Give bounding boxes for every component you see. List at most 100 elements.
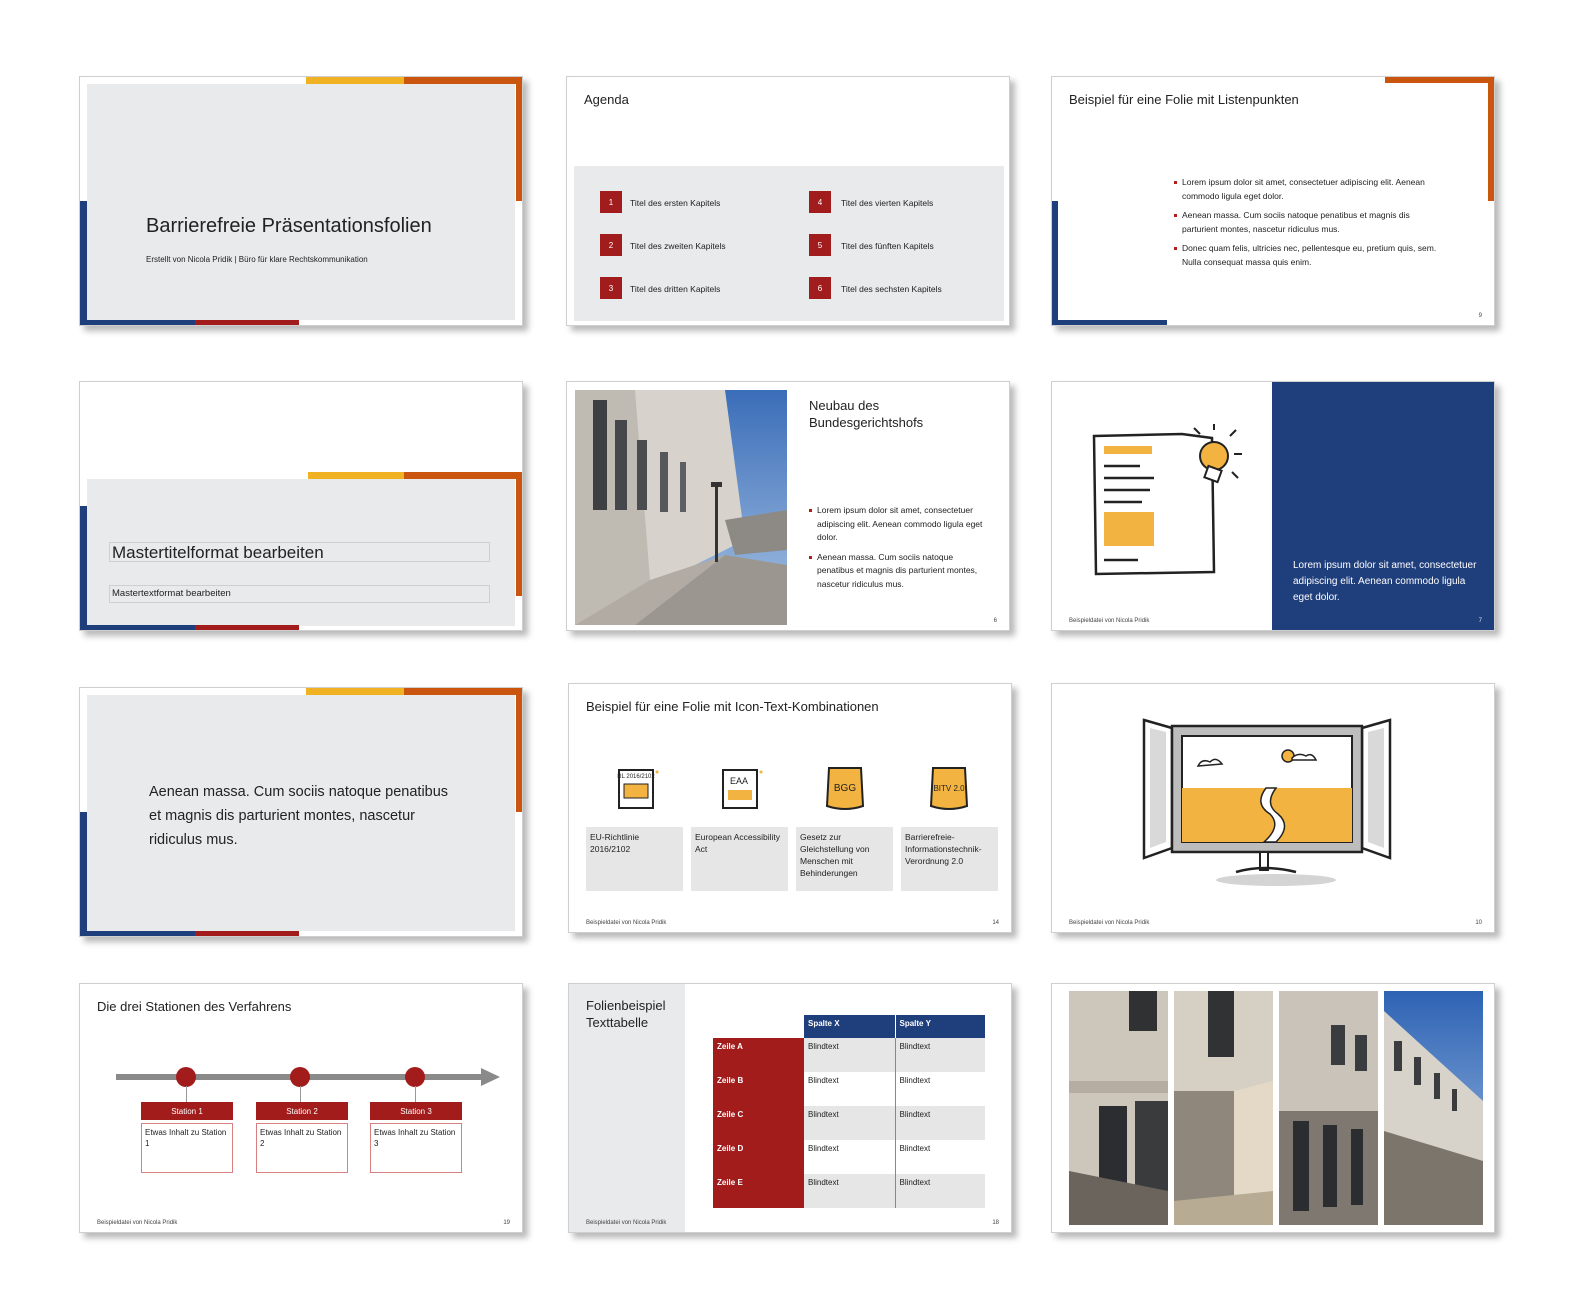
accent-bar-orange-vertical bbox=[516, 472, 522, 596]
slide-title: Beispiel für eine Folie mit Icon-Text-Ko… bbox=[586, 699, 879, 714]
agenda-item: Titel des fünften Kapitels bbox=[841, 241, 934, 251]
bullet-item: Aenean massa. Cum sociis natoque penatib… bbox=[809, 551, 989, 592]
building-photo bbox=[575, 390, 787, 625]
table-row: Zeile D Blindtext Blindtext bbox=[713, 1140, 985, 1174]
bullet-item: Aenean massa. Cum sociis natoque penatib… bbox=[1174, 209, 1444, 236]
slide-thumbnail-illustration[interactable]: Lorem ipsum dolor sit amet, consectetuer… bbox=[1051, 381, 1495, 631]
accent-bar-red bbox=[195, 931, 299, 936]
slide-thumbnail-title[interactable]: Barrierefreie Präsentationsfolien Erstel… bbox=[79, 76, 523, 326]
bullet-item: Lorem ipsum dolor sit amet, consectetuer… bbox=[1174, 176, 1444, 203]
slide-thumbnail-bullets[interactable]: Beispiel für eine Folie mit Listenpunkte… bbox=[1051, 76, 1495, 326]
bullet-item: Lorem ipsum dolor sit amet, consectetuer… bbox=[809, 504, 989, 545]
table-cell: Blindtext bbox=[804, 1106, 896, 1140]
slide-title: Barrierefreie Präsentationsfolien bbox=[146, 215, 432, 237]
building-photo-strip bbox=[1069, 991, 1168, 1225]
slide-title: Die drei Stationen des Verfahrens bbox=[97, 999, 292, 1014]
table-cell: Blindtext bbox=[895, 1072, 985, 1106]
accent-bar-navy bbox=[1052, 320, 1167, 325]
panel-text: Lorem ipsum dolor sit amet, consectetuer… bbox=[1293, 560, 1477, 603]
icon-badge: BITV 2.0 bbox=[933, 784, 965, 793]
agenda-number: 3 bbox=[600, 277, 622, 299]
agenda-item: Titel des sechsten Kapitels bbox=[841, 284, 942, 294]
timeline-arrow bbox=[116, 1067, 500, 1087]
agenda-item: Titel des zweiten Kapitels bbox=[630, 241, 726, 251]
bitv-can-icon: BITV 2.0 bbox=[929, 767, 969, 810]
slide-footer: Beispieldatei von Nicola Pridik bbox=[1069, 618, 1150, 624]
slide-thumbnail-timeline[interactable]: Die drei Stationen des Verfahrens Statio… bbox=[79, 983, 523, 1233]
accent-bar-orange-vertical bbox=[516, 688, 522, 812]
accent-bar-orange bbox=[1385, 77, 1494, 83]
timeline-connector bbox=[415, 1086, 416, 1102]
master-text-placeholder[interactable]: Mastertextformat bearbeiten bbox=[109, 585, 490, 603]
icon-label-box: Gesetz zur Gleichstellung von Menschen m… bbox=[796, 827, 893, 891]
icon-badge: EAA bbox=[730, 776, 748, 786]
slide-thumbnail-photo-text[interactable]: Neubau des Bundesgerichtshofs Lorem ipsu… bbox=[566, 381, 1010, 631]
accent-bar-orange bbox=[404, 688, 522, 695]
slide-title: Folienbeispiel Texttabelle bbox=[586, 998, 666, 1030]
slide-footer: Beispieldatei von Nicola Pridik bbox=[97, 1220, 178, 1226]
accent-bar-orange bbox=[404, 77, 522, 84]
slide-title: Beispiel für eine Folie mit Listenpunkte… bbox=[1069, 92, 1299, 107]
icon-label-box: EU-Richtlinie 2016/2102 bbox=[586, 827, 683, 891]
table-row: Zeile C Blindtext Blindtext bbox=[713, 1106, 985, 1140]
slide-footer: Beispieldatei von Nicola Pridik bbox=[586, 1220, 667, 1226]
bgg-can-icon: BGG bbox=[825, 767, 865, 810]
table-cell: Blindtext bbox=[804, 1038, 896, 1072]
slide-thumbnail-quote[interactable]: Aenean massa. Cum sociis natoque penatib… bbox=[79, 687, 523, 937]
row-header: Zeile C bbox=[713, 1106, 804, 1140]
slide-subtitle: Erstellt von Nicola Pridik | Büro für kl… bbox=[146, 255, 368, 264]
slide-thumbnail-agenda[interactable]: Agenda 1 Titel des ersten Kapitels 2 Tit… bbox=[566, 76, 1010, 326]
page-number: 19 bbox=[503, 1220, 510, 1226]
row-header: Zeile D bbox=[713, 1140, 804, 1174]
slide-thumbnail-master[interactable]: Mastertitelformat bearbeiten Mastertextf… bbox=[79, 381, 523, 631]
station-heading: Station 3 bbox=[370, 1102, 462, 1120]
accent-bar-navy-vertical bbox=[80, 506, 87, 630]
building-photo-strip bbox=[1384, 991, 1483, 1225]
bullet-list: Lorem ipsum dolor sit amet, consectetuer… bbox=[1174, 176, 1444, 275]
slide-thumbnail-table[interactable]: Folienbeispiel Texttabelle Spalte X Spal… bbox=[568, 983, 1012, 1233]
station-heading: Station 1 bbox=[141, 1102, 233, 1120]
table-row: Zeile B Blindtext Blindtext bbox=[713, 1072, 985, 1106]
table-cell: Blindtext bbox=[895, 1140, 985, 1174]
station-heading: Station 2 bbox=[256, 1102, 348, 1120]
slide-title: Neubau des Bundesgerichtshofs bbox=[809, 398, 924, 430]
accent-bar-navy bbox=[80, 320, 195, 325]
row-header: Zeile A bbox=[713, 1038, 804, 1072]
slide-thumbnail-photo-strips[interactable] bbox=[1051, 983, 1495, 1233]
row-header: Zeile B bbox=[713, 1072, 804, 1106]
agenda-number: 4 bbox=[809, 191, 831, 213]
window-monitor-icon bbox=[1142, 718, 1392, 886]
page-number: 10 bbox=[1475, 920, 1482, 926]
agenda-number: 2 bbox=[600, 234, 622, 256]
accent-bar-navy-vertical bbox=[80, 812, 87, 936]
agenda-number: 5 bbox=[809, 234, 831, 256]
row-header: Zeile E bbox=[713, 1174, 804, 1208]
accent-bar-navy bbox=[80, 625, 195, 630]
slide-thumbnail-window[interactable]: Beispieldatei von Nicola Pridik 10 bbox=[1051, 683, 1495, 933]
column-header: Spalte Y bbox=[894, 1015, 985, 1038]
bullet-item: Donec quam felis, ultricies nec, pellent… bbox=[1174, 242, 1444, 269]
master-title-placeholder[interactable]: Mastertitelformat bearbeiten bbox=[109, 542, 490, 562]
icon-badge: BGG bbox=[834, 783, 856, 794]
timeline-connector bbox=[300, 1086, 301, 1102]
agenda-item: Titel des dritten Kapitels bbox=[630, 284, 721, 294]
slide-thumbnail-icons[interactable]: Beispiel für eine Folie mit Icon-Text-Ko… bbox=[568, 683, 1012, 933]
agenda-number: 6 bbox=[809, 277, 831, 299]
table-cell: Blindtext bbox=[895, 1106, 985, 1140]
table-cell: Blindtext bbox=[804, 1174, 896, 1208]
accent-bar-red bbox=[195, 625, 299, 630]
page-number: 6 bbox=[993, 618, 997, 624]
accent-bar-yellow bbox=[308, 472, 404, 479]
icon-badge: RL 2016/2102 bbox=[617, 774, 655, 780]
icon-label-box: Barrierefreie-Informationstechnik-Verord… bbox=[901, 827, 998, 891]
accent-bar-orange-vertical bbox=[1488, 77, 1494, 201]
page-number: 18 bbox=[992, 1220, 999, 1226]
slide-footer: Beispieldatei von Nicola Pridik bbox=[1069, 920, 1150, 926]
accent-bar-navy-vertical bbox=[1052, 201, 1058, 325]
station-content: Etwas Inhalt zu Station 3 bbox=[370, 1123, 462, 1173]
slide-background-panel bbox=[87, 84, 515, 320]
accent-bar-orange bbox=[404, 472, 522, 479]
text-table: Spalte X Spalte Y Zeile A Blindtext Blin… bbox=[713, 1015, 985, 1208]
page-number: 9 bbox=[1478, 313, 1482, 319]
table-cell: Blindtext bbox=[804, 1072, 896, 1106]
